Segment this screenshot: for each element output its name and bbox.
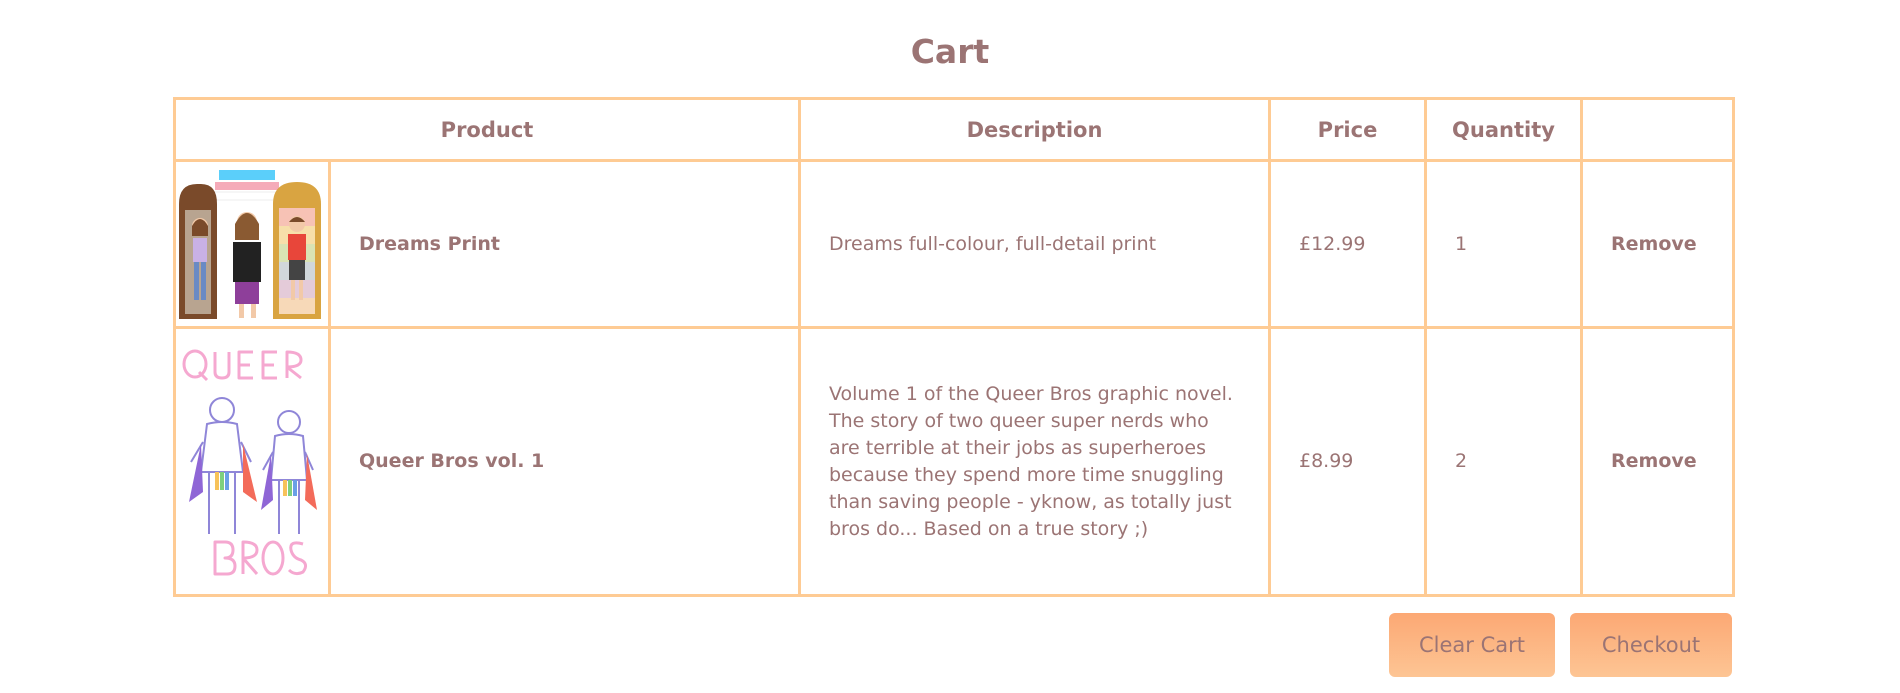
product-price: £12.99	[1268, 159, 1427, 329]
product-name-cell: Dreams Print	[328, 159, 801, 329]
product-description: Volume 1 of the Queer Bros graphic novel…	[798, 326, 1271, 597]
product-quantity: 2	[1424, 326, 1583, 597]
product-name: Dreams Print	[359, 232, 500, 255]
queer-bros-cover-image[interactable]	[177, 342, 327, 582]
product-description: Dreams full-colour, full-detail print	[798, 159, 1271, 329]
product-name: Queer Bros vol. 1	[359, 450, 545, 472]
product-name-cell: Queer Bros vol. 1	[328, 326, 801, 597]
header-price: Price	[1268, 97, 1427, 162]
remove-cell: Remove	[1580, 326, 1735, 597]
table-header-row: Product Description Price Quantity	[173, 97, 1735, 162]
table-row: Dreams Print Dreams full-colour, full-de…	[173, 159, 1735, 329]
remove-button[interactable]: Remove	[1611, 450, 1697, 472]
header-actions	[1580, 97, 1735, 162]
clear-cart-button[interactable]: Clear Cart	[1389, 613, 1555, 677]
remove-cell: Remove	[1580, 159, 1735, 329]
cart-table: Product Description Price Quantity Dream…	[173, 97, 1735, 597]
product-quantity: 1	[1424, 159, 1583, 329]
header-description: Description	[798, 97, 1271, 162]
checkout-button[interactable]: Checkout	[1570, 613, 1732, 677]
header-quantity: Quantity	[1424, 97, 1583, 162]
page-title: Cart	[910, 32, 990, 71]
remove-button[interactable]: Remove	[1611, 233, 1697, 255]
dreams-print-image[interactable]	[177, 164, 327, 324]
table-row: Queer Bros vol. 1 Volume 1 of the Queer …	[173, 326, 1735, 597]
header-product: Product	[173, 97, 801, 162]
product-image-cell	[173, 159, 331, 329]
product-price: £8.99	[1268, 326, 1427, 597]
product-image-cell	[173, 326, 331, 597]
